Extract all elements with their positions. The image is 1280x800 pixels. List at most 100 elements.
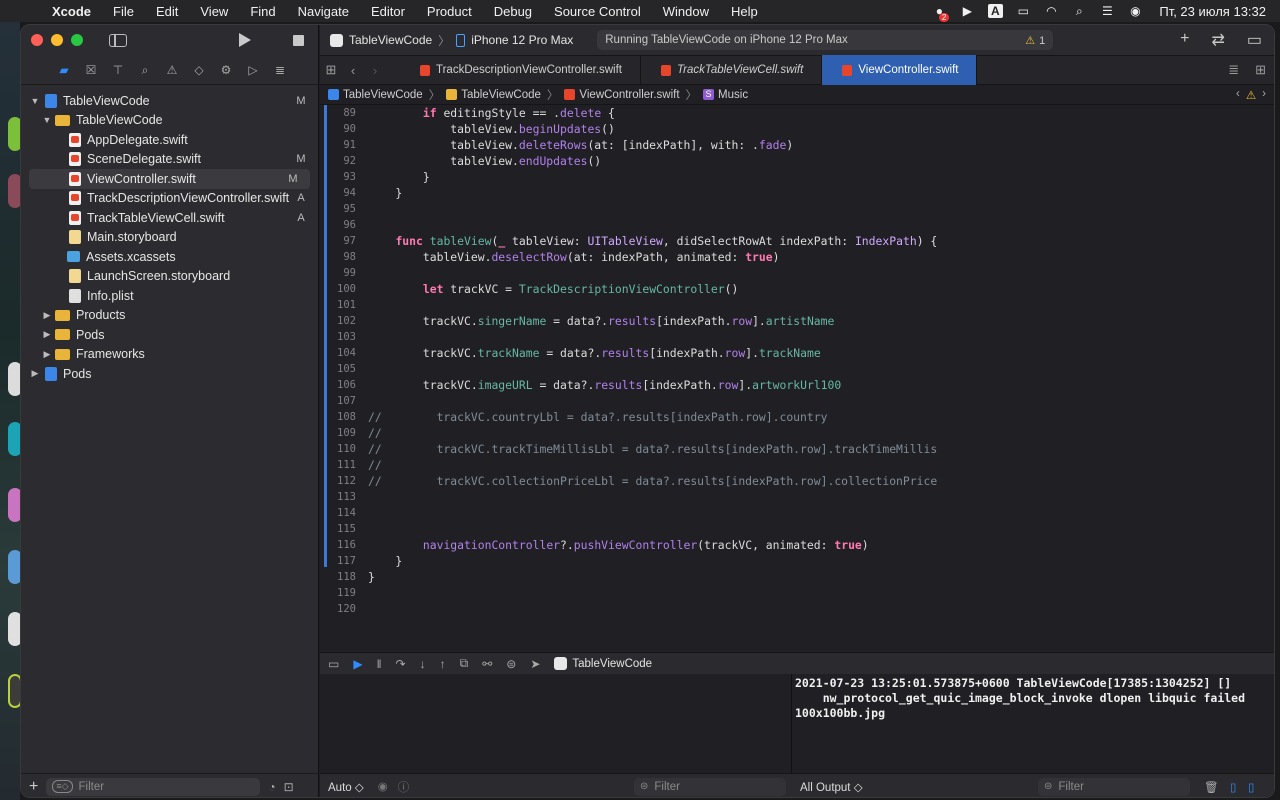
menu-edit[interactable]: Edit <box>145 4 189 19</box>
console-filter-input[interactable]: ⊜ Filter <box>1038 777 1190 796</box>
tree-item-group[interactable]: ▶ Products <box>21 306 318 326</box>
issue-navigator-icon[interactable]: ⚠ <box>163 62 181 78</box>
pause-icon[interactable]: ‖ <box>377 657 382 671</box>
tree-item-file[interactable]: Assets.xcassets <box>21 247 318 267</box>
scm-filter-icon[interactable]: ⊡ <box>284 780 294 794</box>
keyboard-input-icon[interactable]: A <box>981 4 1009 18</box>
jump-symbol[interactable]: Music <box>718 89 748 101</box>
disclosure-closed-icon[interactable]: ▶ <box>41 310 53 321</box>
recent-files-icon[interactable]: ◔ <box>268 780 275 794</box>
debug-target[interactable]: TableViewCode <box>554 657 652 670</box>
tree-item-group[interactable]: ▶ Pods <box>21 325 318 345</box>
forward-arrow-icon[interactable]: › <box>364 63 386 78</box>
previous-issue-icon[interactable]: ‹ <box>1236 88 1240 102</box>
tree-item-project[interactable]: ▶ Pods <box>21 364 318 384</box>
environment-overrides-icon[interactable]: ⊜ <box>506 657 516 671</box>
step-out-icon[interactable]: ↑ <box>440 657 446 671</box>
device-name[interactable]: iPhone 12 Pro Max <box>471 33 573 47</box>
breakpoints-toggle-icon[interactable]: ▶ <box>353 657 362 671</box>
menubar-datetime[interactable]: Пт, 23 июля 13:32 <box>1149 4 1266 19</box>
inspector-toggle-icon[interactable]: ▭ <box>1247 30 1262 50</box>
split-console-icon[interactable]: ▯ <box>1248 780 1254 794</box>
console-output-dropdown[interactable]: All Output ◇ <box>800 780 863 794</box>
menu-debug[interactable]: Debug <box>483 4 543 19</box>
breakpoint-navigator-icon[interactable]: ▷ <box>244 62 262 78</box>
control-center-icon[interactable]: ☰ <box>1093 4 1121 18</box>
tree-item-file[interactable]: Main.storyboard <box>21 228 318 248</box>
project-navigator-folder-icon[interactable]: ▰ <box>55 62 73 78</box>
library-plus-icon[interactable]: + <box>1180 30 1189 50</box>
search-icon[interactable]: ⌕ <box>1065 4 1093 19</box>
disclosure-open-icon[interactable]: ▼ <box>29 96 41 106</box>
disclosure-open-icon[interactable]: ▼ <box>41 115 53 125</box>
disclosure-closed-icon[interactable]: ▶ <box>41 329 53 340</box>
editor-options-icon[interactable]: ≣ <box>1228 62 1239 78</box>
variables-view[interactable] <box>320 674 792 773</box>
step-over-icon[interactable]: ↷ <box>396 657 406 671</box>
tree-item-file[interactable]: TrackTableViewCell.swift A <box>21 208 318 228</box>
info-icon[interactable]: ⓘ <box>398 779 410 795</box>
menu-navigate[interactable]: Navigate <box>287 4 360 19</box>
siri-icon[interactable]: ◉ <box>1121 4 1149 18</box>
tree-item-file[interactable]: LaunchScreen.storyboard <box>21 267 318 287</box>
debug-navigator-icon[interactable]: ⚙ <box>217 62 235 78</box>
tree-item-file[interactable]: TrackDescriptionViewController.swift A <box>21 189 318 209</box>
find-navigator-icon[interactable]: ⌕ <box>136 62 154 78</box>
tab-trackdescription[interactable]: TrackDescriptionViewController.swift <box>400 55 641 85</box>
test-navigator-icon[interactable]: ◇ <box>190 62 208 78</box>
menu-product[interactable]: Product <box>416 4 483 19</box>
notification-app-icon[interactable]: ● 2 <box>925 4 953 22</box>
disclosure-closed-icon[interactable]: ▶ <box>41 349 53 360</box>
scheme-selector[interactable]: TableViewCode 〉 iPhone 12 Pro Max <box>330 32 573 49</box>
source-editor[interactable]: 89 if editingStyle == .delete { 90 table… <box>320 105 1274 652</box>
menu-source-control[interactable]: Source Control <box>543 4 652 19</box>
tree-item-project[interactable]: ▼ TableViewCode M <box>21 91 318 111</box>
related-items-icon[interactable]: ⊞ <box>320 62 342 78</box>
disclosure-closed-icon[interactable]: ▶ <box>29 368 41 379</box>
variables-filter-input[interactable]: ⊜ Filter <box>634 777 786 796</box>
hide-debug-area-icon[interactable]: ▭ <box>328 657 339 671</box>
minimize-window-button[interactable] <box>51 34 63 46</box>
report-navigator-icon[interactable]: ≣ <box>271 62 289 78</box>
step-into-icon[interactable]: ↓ <box>420 657 426 671</box>
back-arrow-icon[interactable]: ‹ <box>342 63 364 78</box>
battery-icon[interactable]: ▭ <box>1009 4 1037 18</box>
console-output[interactable]: 2021-07-23 13:25:01.573875+0600 TableVie… <box>793 674 1274 773</box>
add-file-button[interactable]: + <box>29 778 38 796</box>
jump-project[interactable]: TableViewCode <box>343 89 423 101</box>
filter-options-icon[interactable]: ≡◇ <box>52 780 73 793</box>
split-variables-icon[interactable]: ▯ <box>1230 780 1236 794</box>
menu-window[interactable]: Window <box>652 4 720 19</box>
menu-help[interactable]: Help <box>720 4 769 19</box>
menu-file[interactable]: File <box>102 4 145 19</box>
stop-button[interactable] <box>293 34 304 46</box>
tab-viewcontroller[interactable]: ViewController.swift <box>822 55 978 85</box>
next-issue-icon[interactable]: › <box>1262 88 1266 102</box>
simulate-location-icon[interactable]: ➤ <box>530 657 540 671</box>
close-window-button[interactable] <box>31 34 43 46</box>
trash-icon[interactable]: 🗑 <box>1204 780 1219 794</box>
memory-graph-icon[interactable]: ⚯ <box>482 657 492 671</box>
menu-app[interactable]: Xcode <box>38 4 102 19</box>
tree-item-file[interactable]: Info.plist <box>21 286 318 306</box>
navigator-filter-input[interactable]: ≡◇ Filter <box>46 777 261 796</box>
menu-find[interactable]: Find <box>239 4 286 19</box>
jump-group[interactable]: TableViewCode <box>461 89 541 101</box>
split-editor-icon[interactable]: ⊞ <box>1255 62 1266 78</box>
variables-scope-dropdown[interactable]: Auto ◇ <box>320 780 364 794</box>
tree-item-file[interactable]: SceneDelegate.swift M <box>21 150 318 170</box>
tree-item-group[interactable]: ▶ Frameworks <box>21 345 318 365</box>
tree-item-group[interactable]: ▼ TableViewCode <box>21 111 318 131</box>
menu-editor[interactable]: Editor <box>360 4 416 19</box>
tree-item-file-selected[interactable]: ViewController.swift M <box>29 169 310 189</box>
symbol-navigator-icon[interactable]: ⊤ <box>109 62 127 78</box>
warning-icon[interactable]: ⚠ <box>1246 88 1256 102</box>
run-button[interactable] <box>239 33 251 47</box>
code-review-icon[interactable]: ⇄ <box>1211 30 1224 50</box>
source-control-navigator-icon[interactable]: ☒ <box>82 62 100 78</box>
zoom-window-button[interactable] <box>71 34 83 46</box>
play-status-icon[interactable]: ▶ <box>953 4 981 18</box>
sidebar-toggle-icon[interactable] <box>109 33 127 47</box>
jump-file[interactable]: ViewController.swift <box>579 89 679 101</box>
tree-item-file[interactable]: AppDelegate.swift <box>21 130 318 150</box>
